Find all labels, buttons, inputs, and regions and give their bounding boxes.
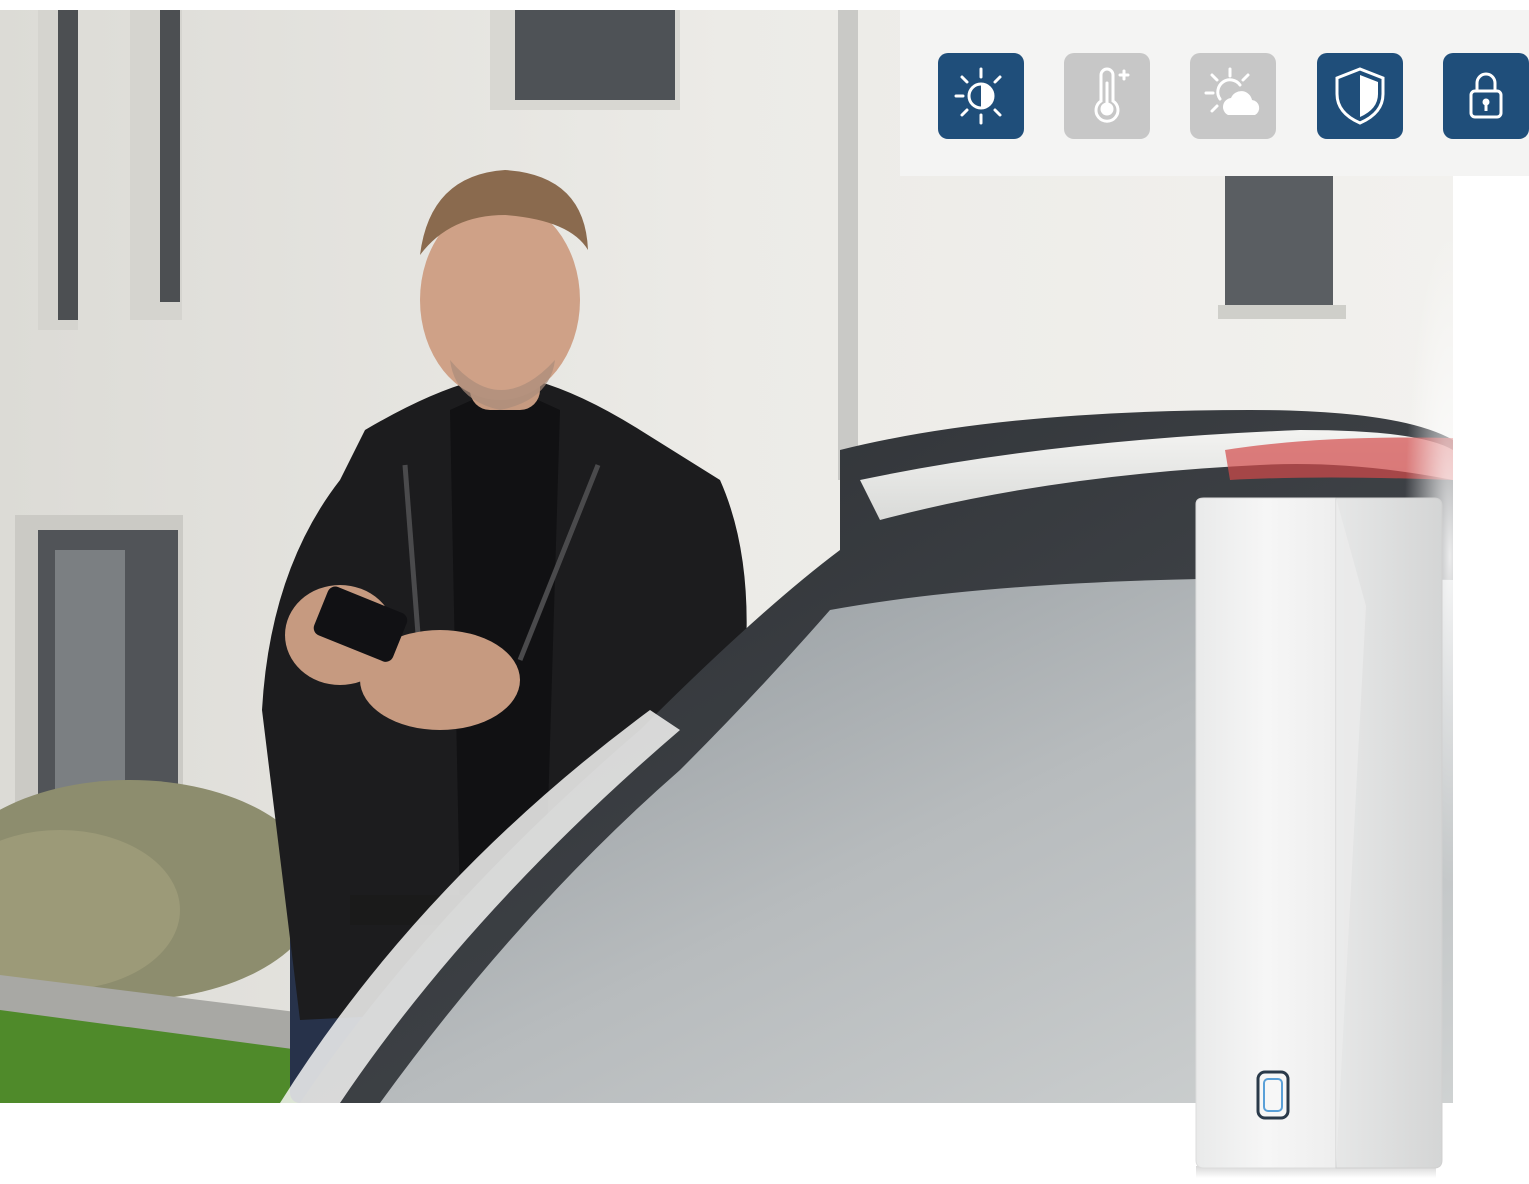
downpipe: [838, 10, 858, 480]
sensor-device: [1186, 496, 1444, 1178]
lock-icon: [1443, 53, 1529, 139]
shield-icon: [1317, 53, 1403, 139]
weather-icon: [1190, 53, 1276, 139]
device-button: [1256, 1070, 1290, 1120]
feature-icon-strip: [900, 10, 1529, 176]
temperature-icon: [1064, 53, 1150, 139]
brightness-icon: [938, 53, 1024, 139]
